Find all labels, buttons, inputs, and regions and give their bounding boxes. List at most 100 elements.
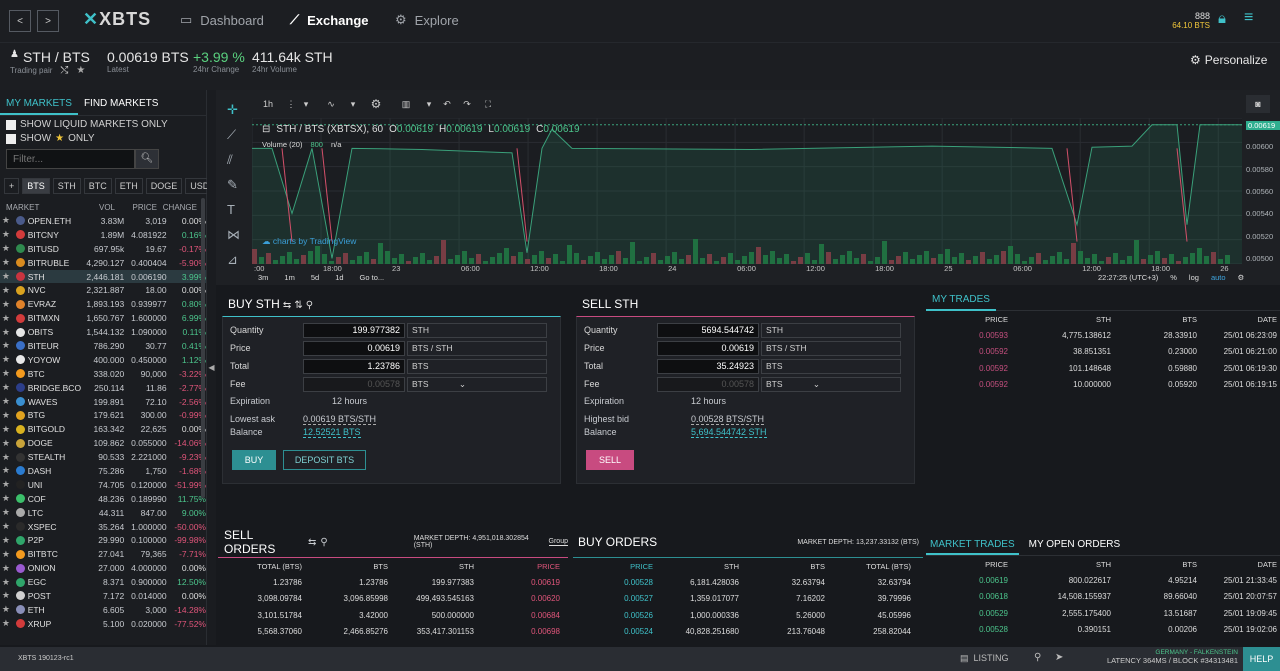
back-button[interactable]: < (9, 10, 31, 32)
text-tool-icon[interactable]: T (227, 197, 252, 222)
market-row[interactable]: ★ OBITS 1,544.132 1.090000 0.11% (0, 325, 206, 339)
star-icon[interactable]: ★ (0, 452, 12, 463)
tab-my-trades[interactable]: MY TRADES (926, 290, 996, 311)
buy-quantity-input[interactable]: 199.977382 (303, 322, 405, 338)
redo-icon[interactable]: ↷ (460, 95, 474, 113)
star-icon[interactable]: ★ (0, 507, 12, 518)
nav-dashboard[interactable]: ▭ Dashboard (180, 12, 264, 28)
range-button[interactable]: 1d (335, 273, 343, 282)
market-row[interactable]: ★ P2P 29.990 0.100000 -99.98% (0, 533, 206, 547)
log-toggle[interactable]: log (1189, 273, 1199, 282)
star-icon[interactable]: ★ (0, 354, 12, 365)
star-icon[interactable]: ★ (0, 424, 12, 435)
crosshair-icon[interactable]: ✛ (227, 97, 252, 122)
account-summary[interactable]: 888 64.10 BTS (1166, 11, 1210, 30)
indicators-icon[interactable]: ▥ (396, 95, 416, 113)
column-header[interactable]: BTS (1111, 315, 1197, 324)
star-icon[interactable]: ★ (0, 299, 12, 310)
column-header[interactable]: TOTAL (BTS) (218, 562, 302, 571)
group-button[interactable]: Group (548, 538, 568, 546)
brush-icon[interactable]: ✎ (227, 172, 252, 197)
chevron-down-icon[interactable]: ▾ (348, 95, 358, 113)
auto-toggle[interactable]: auto (1211, 273, 1226, 282)
pin-icon[interactable]: ⚲ (320, 537, 327, 548)
market-row[interactable]: ★ BITRUBLE 4,290.127 0.400404 -5.90% (0, 256, 206, 270)
column-header[interactable]: STH (388, 562, 474, 571)
market-row[interactable]: ★ BITMXN 1,650.767 1.600000 6.99% (0, 311, 206, 325)
search-button[interactable]: 🔍︎ (135, 149, 159, 169)
fib-icon[interactable]: ⫽ (227, 147, 252, 172)
gear-icon[interactable]: ⚙ (1238, 273, 1245, 282)
col-vol[interactable]: VOL (48, 203, 115, 212)
buy-button[interactable]: BUY (232, 450, 276, 470)
table-row[interactable]: 3,098.09784 3,096.85998 499,493.545163 0.00… (218, 591, 568, 608)
star-icon[interactable]: ★ (0, 313, 12, 324)
star-icon[interactable]: ★ (0, 604, 12, 615)
market-row[interactable]: ★ EGC 8.371 0.900000 12.50% (0, 575, 206, 589)
star-icon[interactable]: ★ (0, 618, 12, 629)
lock-icon[interactable]: 🔒︎ (1218, 10, 1226, 27)
star-icon[interactable]: ★ (0, 479, 12, 490)
star-icon[interactable]: ★ (0, 243, 12, 254)
table-row[interactable]: 5,568.37060 2,466.85276 353,417.301153 0.00… (218, 624, 568, 641)
swap-icon[interactable]: ⤭ (60, 65, 68, 76)
table-row[interactable]: 0.00529 2,555.175400 13.51687 25/01 19:09:4… (926, 605, 1280, 622)
chart-plot-area[interactable]: ⊟ STH / BTS (XBTSX), 60 O0.00619 H0.0061… (251, 117, 1242, 265)
column-header[interactable]: TOTAL (BTS) (825, 562, 911, 571)
sell-total-input[interactable]: 35.24923 (657, 358, 759, 374)
market-row[interactable]: ★ BRIDGE.BCO 250.114 11.86 -2.77% (0, 381, 206, 395)
star-icon[interactable]: ★ (0, 257, 12, 268)
table-row[interactable]: 3,101.51784 3.42000 500.000000 0.00684 (218, 607, 568, 624)
market-row[interactable]: ★ DOGE 109.862 0.055000 -14.06% (0, 436, 206, 450)
sell-balance-value[interactable]: 5,694.544742 STH (691, 427, 767, 438)
column-header[interactable]: DATE (1197, 315, 1277, 324)
market-row[interactable]: ★ NVC 2,321.887 18.00 0.00% (0, 283, 206, 297)
market-row[interactable]: ★ XRUP 5.100 0.020000 -77.52% (0, 617, 206, 631)
sell-quantity-input[interactable]: 5694.544742 (657, 322, 759, 338)
star-icon[interactable]: ★ (0, 340, 12, 351)
trendline-icon[interactable]: ⟋ (227, 122, 252, 147)
column-header[interactable]: PRICE (926, 560, 1008, 569)
tradingview-watermark[interactable]: ☁ charts by TradingView (262, 236, 356, 247)
buy-exp-value[interactable]: 12 hours (332, 396, 367, 406)
star-icon[interactable]: ★ (0, 438, 12, 449)
table-row[interactable]: 1.23786 1.23786 199.977383 0.00619 (218, 574, 568, 591)
column-header[interactable]: PRICE (573, 562, 653, 571)
market-row[interactable]: ★ STH 2,446.181 0.006190 3.99% (0, 269, 206, 284)
currency-tab[interactable]: STH (52, 178, 81, 194)
market-row[interactable]: ★ BITCNY 1.89M 4.081922 0.16% (0, 228, 206, 242)
range-button[interactable]: 1m (284, 273, 294, 282)
y-axis[interactable]: 0.00619 0.00600 0.00580 0.00560 0.00540 0.005… (1244, 114, 1280, 263)
star-icon[interactable]: ★ (0, 271, 12, 282)
market-row[interactable]: ★ ONION 27.000 4.000000 0.00% (0, 561, 206, 575)
sell-price-input[interactable]: 0.00619 (657, 340, 759, 356)
tab-find-markets[interactable]: FIND MARKETS (78, 90, 164, 115)
star-icon[interactable]: ★ (0, 563, 12, 574)
star-icon[interactable]: ★ (0, 285, 12, 296)
column-header[interactable]: STH (1008, 315, 1111, 324)
col-price[interactable]: PRICE (115, 203, 157, 212)
star-icon[interactable]: ★ (0, 465, 12, 476)
column-header[interactable]: STH (1008, 560, 1111, 569)
market-row[interactable]: ★ XSPEC 35.264 1.000000 -50.00% (0, 520, 206, 534)
market-row[interactable]: ★ DASH 75.286 1,750 -1.68% (0, 464, 206, 478)
chart-style-icon[interactable]: ∿ (318, 95, 344, 113)
market-row[interactable]: ★ POST 7.172 0.014000 0.00% (0, 589, 206, 603)
table-row[interactable]: 0.00593 4,775.138612 28.33910 25/01 06:23:0… (926, 327, 1280, 344)
market-row[interactable]: ★ LTC 44.311 847.00 9.00% (0, 506, 206, 520)
xbts-logo[interactable]: ✕XBTS (83, 9, 151, 30)
sell-exp-value[interactable]: 12 hours (691, 396, 726, 406)
market-row[interactable]: ★ BTG 179.621 300.00 -0.99% (0, 408, 206, 422)
table-row[interactable]: 0.00619 800.022617 4.95214 25/01 21:33:45 (926, 572, 1280, 589)
pin-icon[interactable]: ⚲ (306, 300, 313, 311)
col-change[interactable]: CHANGE (157, 203, 197, 212)
market-row[interactable]: ★ WAVES 199.891 72.10 -2.56% (0, 395, 206, 409)
currency-tab[interactable]: ETH (114, 178, 143, 194)
markets-scrollbar[interactable] (201, 198, 205, 498)
range-button[interactable]: 3m (258, 273, 268, 282)
column-header[interactable]: PRICE (926, 315, 1008, 324)
market-row[interactable]: ★ EVRAZ 1,893.193 0.939977 0.80% (0, 297, 206, 311)
personalize-button[interactable]: ⚙ Personalize (1190, 53, 1267, 67)
star-icon[interactable]: ★ (0, 535, 12, 546)
listing-button[interactable]: ▤ LISTING (960, 653, 1009, 664)
